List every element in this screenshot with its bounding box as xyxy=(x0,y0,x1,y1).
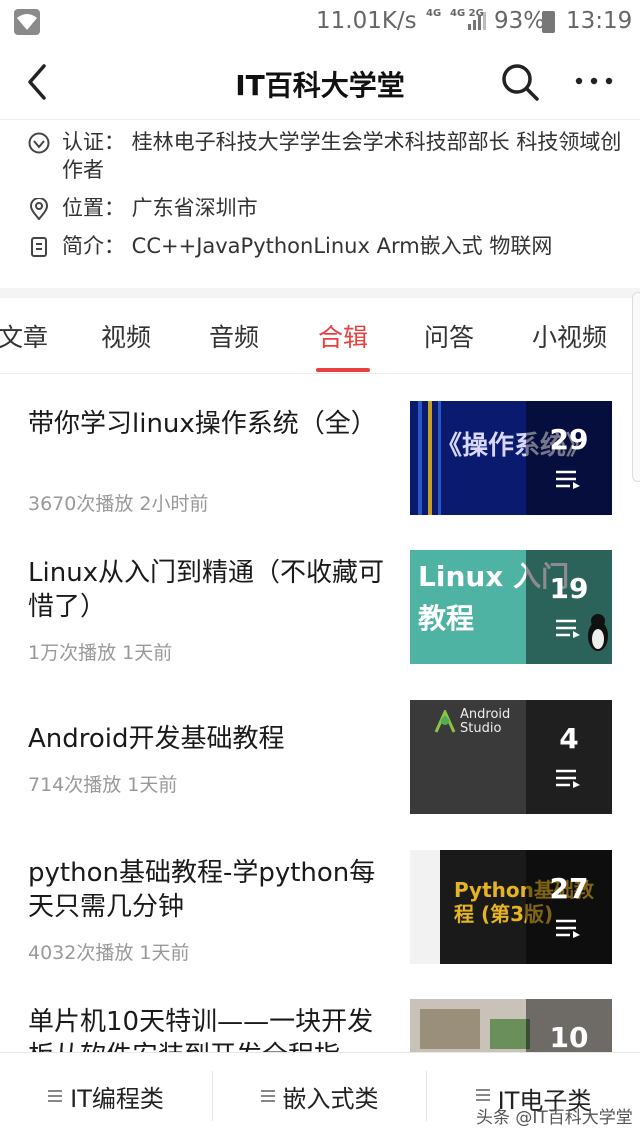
page-title: IT百科大学堂 xyxy=(235,69,405,102)
collection-title[interactable]: python基础教程-学python每天只需几分钟 xyxy=(28,856,398,924)
count-overlay xyxy=(526,850,612,964)
active-tab-indicator xyxy=(316,368,370,372)
verified-icon xyxy=(28,132,50,154)
signal-icon xyxy=(468,12,486,30)
collection-meta: 714次播放 1天前 xyxy=(28,774,178,796)
certification-row: 认证： 桂林电子科技大学学生会学术科技部部长 科技领域创作者 xyxy=(28,128,622,184)
tab-qa[interactable]: 问答 xyxy=(424,318,474,354)
tab-articles[interactable]: 文章 xyxy=(0,318,48,354)
bottom-tab-label: IT编程类 xyxy=(70,1084,164,1113)
penguin-icon xyxy=(588,614,608,651)
menu-icon xyxy=(48,1090,63,1102)
more-options-icon[interactable] xyxy=(574,66,614,96)
playlist-icon xyxy=(556,619,580,638)
count-overlay xyxy=(526,700,612,814)
bottom-tab-embedded[interactable]: 嵌入式类 xyxy=(213,1053,426,1138)
collection-thumbnail[interactable]: Python基础教程 (第3版) 27 xyxy=(410,850,612,964)
bottom-tab-it-programming[interactable]: IT编程类 xyxy=(0,1053,212,1138)
tab-audio[interactable]: 音频 xyxy=(209,318,259,354)
intro-text: 简介： CC++JavaPythonLinux Arm嵌入式 物联网 xyxy=(62,234,553,258)
section-divider xyxy=(0,288,640,298)
playlist-icon xyxy=(556,470,580,489)
bottom-tab-bar: IT编程类 嵌入式类 IT电子类 头条 @IT百科大学堂 xyxy=(0,1052,640,1138)
certification-text: 认证： 桂林电子科技大学学生会学术科技部部长 科技领域创作者 xyxy=(62,130,622,182)
collection-thumbnail[interactable]: Linux 入门教程 19 xyxy=(410,550,612,664)
bottom-tab-label: 嵌入式类 xyxy=(282,1084,379,1113)
tab-videos[interactable]: 视频 xyxy=(101,318,151,354)
episode-count: 29 xyxy=(549,423,589,456)
menu-icon xyxy=(475,1089,490,1101)
collection-meta: 4032次播放 1天前 xyxy=(28,942,190,964)
scroll-edge-handle[interactable] xyxy=(632,292,640,482)
collection-meta: 3670次播放 2小时前 xyxy=(28,493,209,515)
status-bar: 11.01K/s 4G 4G 2G 93% 13:19 xyxy=(0,0,640,44)
watermark: 头条 @IT百科大学堂 xyxy=(476,1108,633,1128)
tab-collections[interactable]: 合辑 xyxy=(318,318,368,354)
collection-thumbnail[interactable]: Android Studio 4 xyxy=(410,700,612,814)
battery-percent: 93% xyxy=(494,8,546,34)
collection-title[interactable]: Android开发基础教程 xyxy=(28,722,398,756)
search-icon[interactable] xyxy=(500,62,540,102)
battery-icon xyxy=(542,11,555,33)
episode-count: 27 xyxy=(549,872,589,905)
profile-info: 认证： 桂林电子科技大学学生会学术科技部部长 科技领域创作者 位置： 广东省深圳… xyxy=(0,120,640,288)
menu-icon xyxy=(260,1090,275,1102)
clock: 13:19 xyxy=(566,8,633,34)
count-overlay xyxy=(526,401,612,515)
android-studio-logo-icon xyxy=(434,710,456,733)
collection-title[interactable]: Linux从入门到精通（不收藏可惜了） xyxy=(28,556,398,624)
location-text: 位置： 广东省深圳市 xyxy=(62,196,258,220)
intro-row: 简介： CC++JavaPythonLinux Arm嵌入式 物联网 xyxy=(28,232,622,260)
playlist-icon xyxy=(556,919,580,938)
collection-meta: 1万次播放 1天前 xyxy=(28,642,173,664)
wifi-icon xyxy=(14,9,40,35)
collection-title[interactable]: 带你学习linux操作系统（全） xyxy=(28,407,398,441)
episode-count: 19 xyxy=(549,572,589,605)
location-row: 位置： 广东省深圳市 xyxy=(28,194,622,222)
network-speed: 11.01K/s xyxy=(316,8,417,34)
playlist-icon xyxy=(556,769,580,788)
tab-short-videos[interactable]: 小视频 xyxy=(532,318,607,354)
episode-count: 10 xyxy=(549,1021,589,1054)
content-tabs: 文章 视频 音频 合辑 问答 小视频 xyxy=(0,298,640,374)
location-pin-icon xyxy=(29,198,49,220)
episode-count: 4 xyxy=(559,722,579,755)
nav-bar: IT百科大学堂 xyxy=(0,44,640,120)
network-type-1: 4G xyxy=(426,8,442,19)
document-icon xyxy=(31,237,47,257)
collection-thumbnail[interactable]: 《操作系统》 29 xyxy=(410,401,612,515)
